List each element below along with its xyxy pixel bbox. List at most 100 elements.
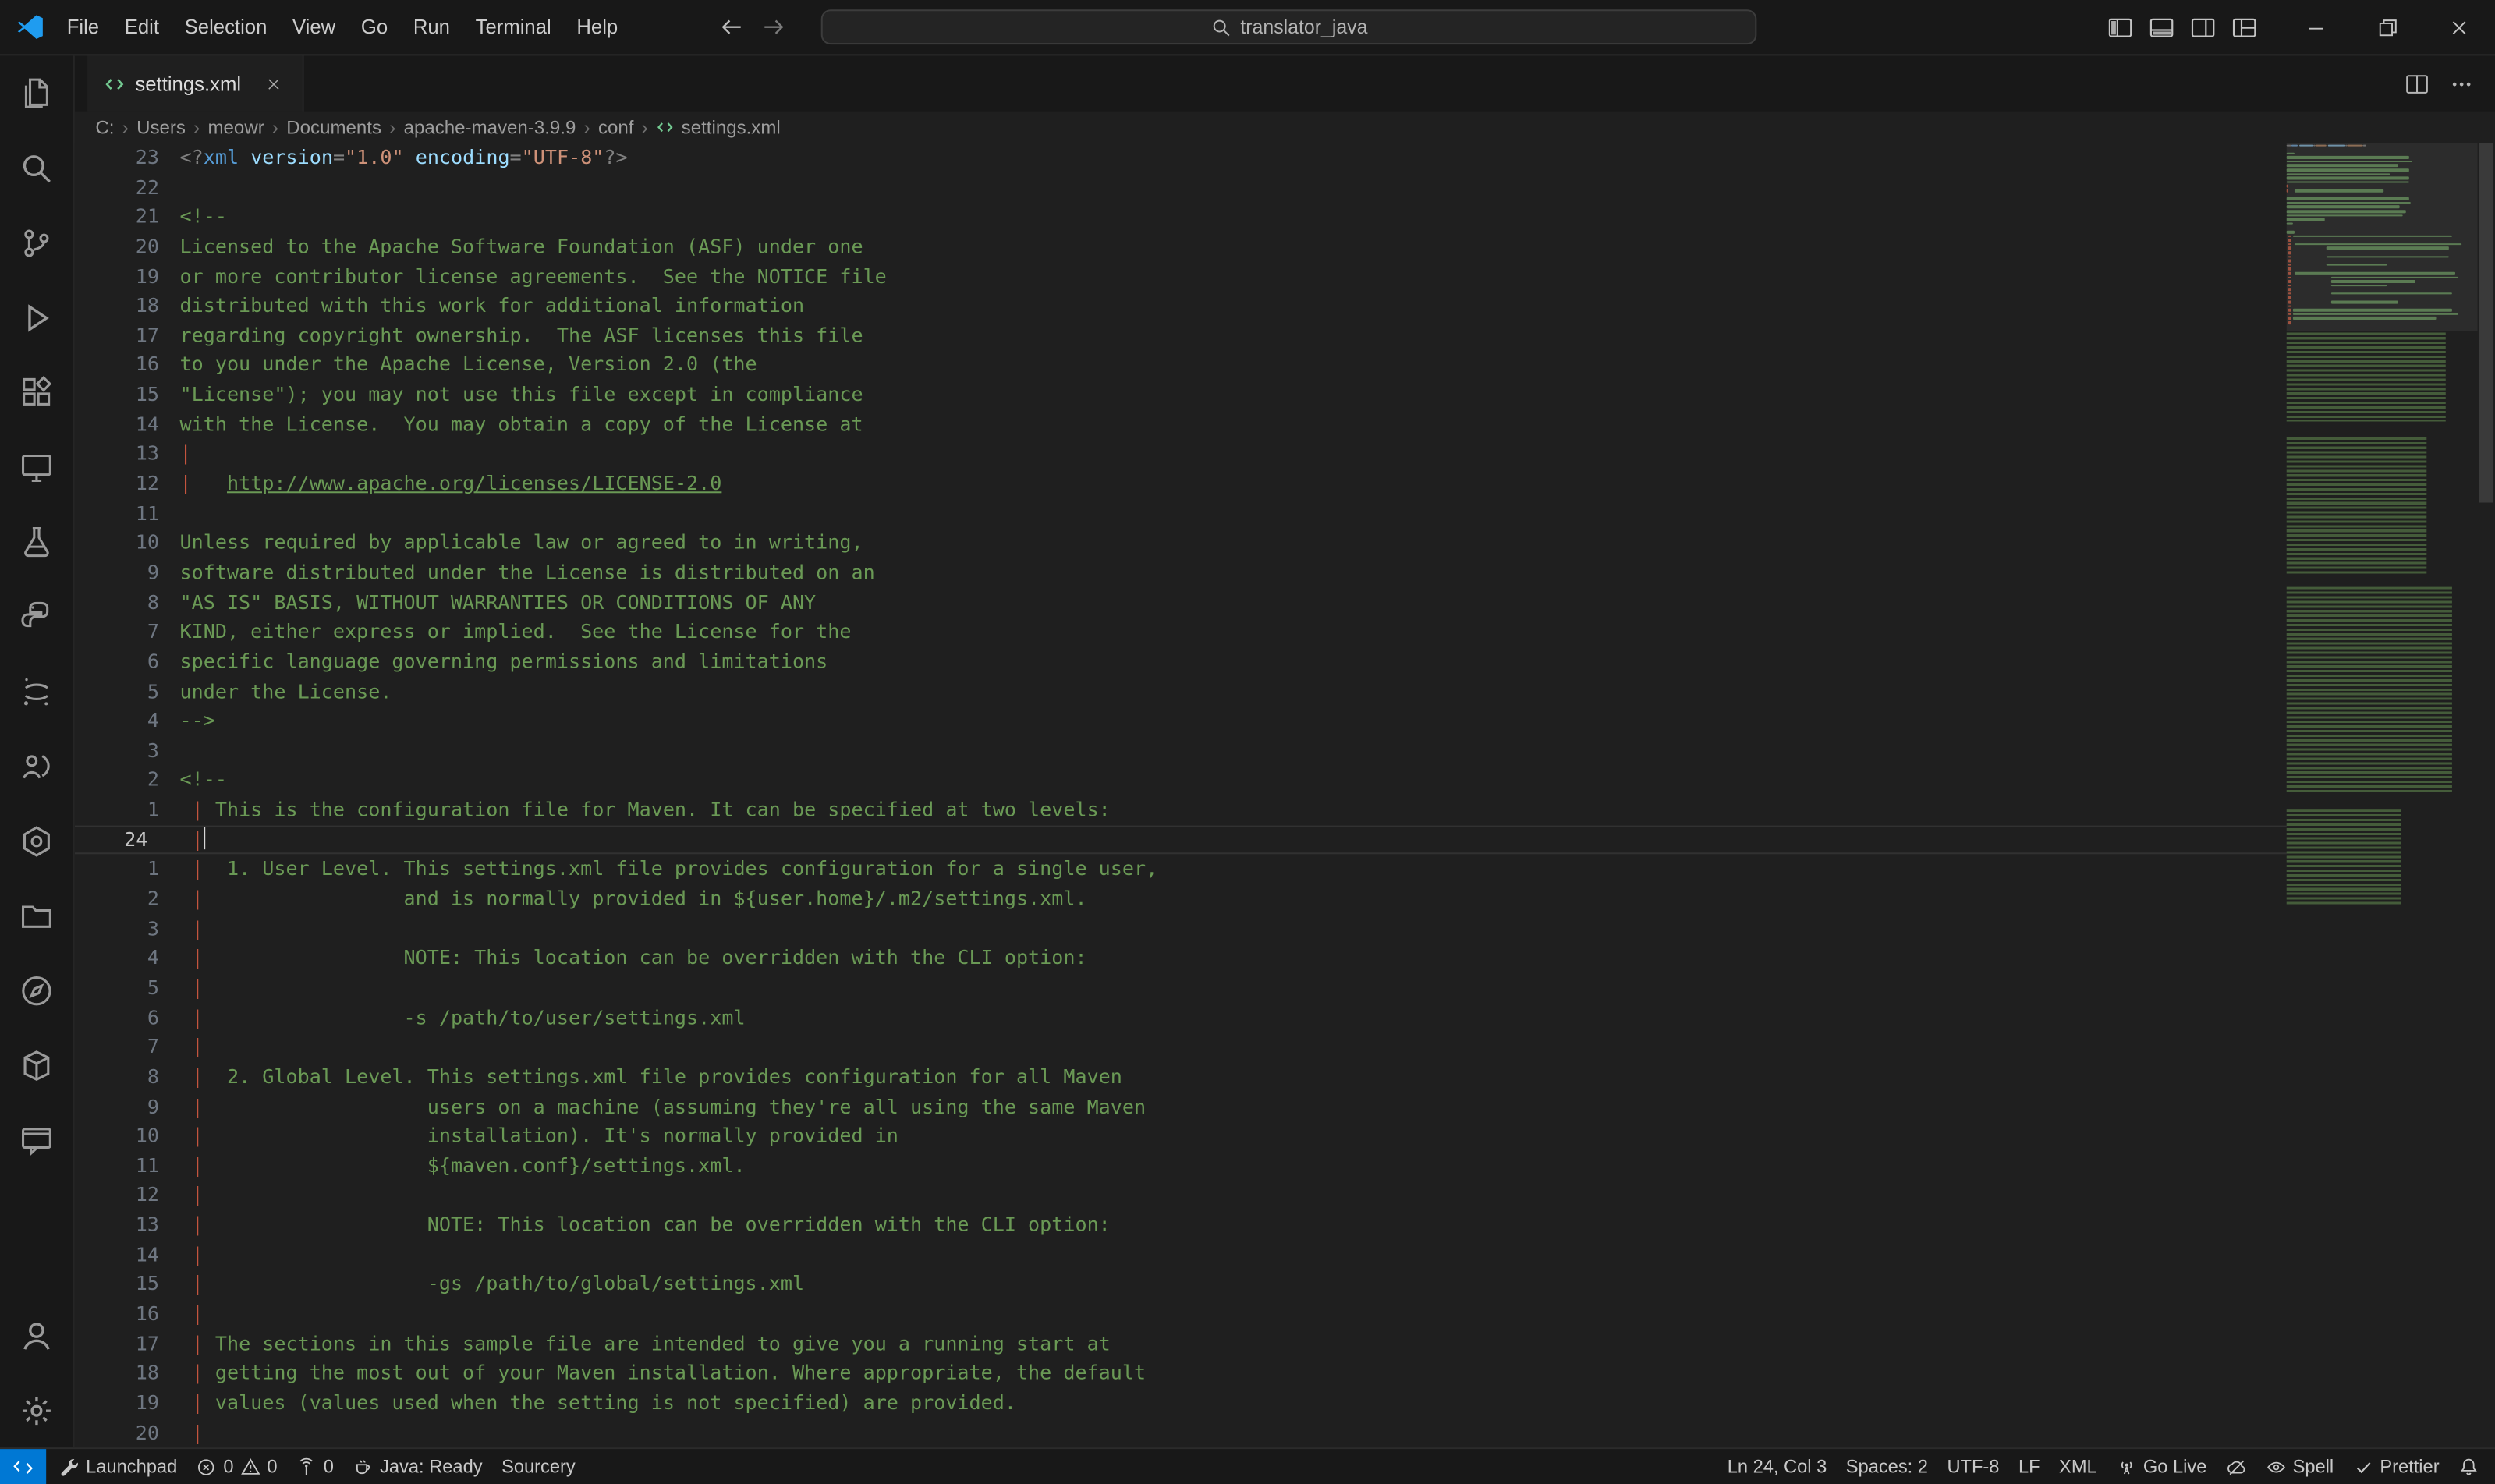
menu-terminal[interactable]: Terminal	[462, 0, 564, 54]
status-cloud-off[interactable]	[2217, 1449, 2256, 1484]
toggle-primary-sidebar-icon[interactable]	[2107, 13, 2134, 41]
line-number: 11	[75, 1151, 180, 1181]
menu-file[interactable]: File	[54, 0, 112, 54]
breadcrumb-item[interactable]: meowr	[207, 116, 264, 139]
activity-gitlens-icon[interactable]	[0, 953, 73, 1028]
breadcrumb-item[interactable]: conf	[598, 116, 634, 139]
minimize-button[interactable]	[2281, 0, 2352, 54]
warning-icon	[240, 1456, 261, 1477]
more-actions-icon[interactable]	[2449, 71, 2475, 97]
activity-settings-gear-icon[interactable]	[0, 1372, 73, 1447]
activity-bar-bottom	[0, 1298, 73, 1447]
menu-help[interactable]: Help	[564, 0, 630, 54]
activity-kubernetes-icon[interactable]	[0, 803, 73, 878]
toggle-panel-icon[interactable]	[2148, 13, 2175, 41]
forward-icon[interactable]	[760, 12, 789, 41]
line-number: 17	[75, 1329, 180, 1358]
status-notifications[interactable]	[2449, 1449, 2495, 1484]
minimap-overflow-content	[2287, 333, 2478, 905]
split-editor-icon[interactable]	[2405, 71, 2430, 97]
code-line: 3 |	[75, 914, 2287, 944]
line-number: 21	[75, 203, 180, 232]
activity-testing-icon[interactable]	[0, 505, 73, 579]
tools-icon	[58, 1456, 80, 1477]
breadcrumb-item[interactable]: Users	[136, 116, 186, 139]
status-cursor-position[interactable]: Ln 24, Col 3	[1717, 1449, 1836, 1484]
code-line: 15"License"); you may not use this file …	[75, 381, 2287, 410]
line-number: 18	[75, 1358, 180, 1388]
back-icon[interactable]	[719, 12, 748, 41]
tab-bar: settings.xml	[75, 55, 2495, 111]
vscode-window: FileEditSelectionViewGoRunTerminalHelp t…	[0, 0, 2495, 1484]
activity-jupyter-icon[interactable]	[0, 653, 73, 728]
activity-live-preview-icon[interactable]	[0, 1102, 73, 1177]
status-language-mode[interactable]: XML	[2050, 1449, 2107, 1484]
activity-run-and-debug-icon[interactable]	[0, 280, 73, 355]
activity-java-packages-icon[interactable]	[0, 1028, 73, 1103]
close-button[interactable]	[2423, 0, 2495, 54]
status-indentation[interactable]: Spaces: 2	[1837, 1449, 1938, 1484]
xml-file-icon	[104, 73, 126, 95]
activity-bar-top	[0, 55, 73, 1177]
error-icon	[197, 1456, 218, 1477]
code-line: 13 | NOTE: This location can be overridd…	[75, 1210, 2287, 1240]
code-line: 6 | -s /path/to/user/settings.xml	[75, 1003, 2287, 1032]
search-icon	[1210, 16, 1232, 37]
line-number: 19	[75, 1388, 180, 1418]
activity-explorer-icon[interactable]	[0, 55, 73, 130]
status-problems[interactable]: 00	[186, 1449, 286, 1484]
code-line: 14 |	[75, 1240, 2287, 1270]
status-bar-left: Launchpad000Java: ReadySourcery	[0, 1449, 585, 1484]
vscode-logo-icon	[16, 12, 44, 41]
scrollbar[interactable]	[2478, 143, 2495, 1448]
line-number: 4	[75, 944, 180, 973]
activity-project-manager-icon[interactable]	[0, 878, 73, 953]
status-sourcery[interactable]: Sourcery	[492, 1449, 585, 1484]
menu-edit[interactable]: Edit	[112, 0, 172, 54]
breadcrumb-item[interactable]: C:	[95, 116, 114, 139]
maximize-restore-button[interactable]	[2351, 0, 2423, 54]
code-line: 19 | values (values used when the settin…	[75, 1388, 2287, 1418]
menu-go[interactable]: Go	[349, 0, 401, 54]
command-center-search[interactable]: translator_java	[821, 9, 1757, 44]
activity-search-icon[interactable]	[0, 130, 73, 205]
scrollbar-slider[interactable]	[2479, 143, 2493, 503]
status-encoding[interactable]: UTF-8	[1937, 1449, 2009, 1484]
status-launchpad[interactable]: Launchpad	[49, 1449, 186, 1484]
code-line: 7 |	[75, 1032, 2287, 1062]
code-line: 16to you under the Apache License, Versi…	[75, 351, 2287, 381]
toggle-secondary-sidebar-icon[interactable]	[2189, 13, 2217, 41]
activity-extensions-icon[interactable]	[0, 355, 73, 430]
breadcrumb-item[interactable]: settings.xml	[656, 116, 781, 139]
menu-selection[interactable]: Selection	[172, 0, 279, 54]
menu-run[interactable]: Run	[401, 0, 463, 54]
line-number: 10	[75, 1121, 180, 1151]
code-editor[interactable]: 23<?xml version="1.0" encoding="UTF-8"?>…	[75, 143, 2495, 1448]
status-java-status[interactable]: Java: Ready	[343, 1449, 492, 1484]
code-line: 22	[75, 173, 2287, 203]
status-ports[interactable]: 0	[287, 1449, 343, 1484]
status-go-live[interactable]: Go Live	[2107, 1449, 2217, 1484]
status-end-of-line[interactable]: LF	[2009, 1449, 2050, 1484]
activity-source-control-icon[interactable]	[0, 205, 73, 280]
activity-python-icon[interactable]	[0, 579, 73, 653]
activity-accounts-icon[interactable]	[0, 1298, 73, 1372]
line-number: 6	[75, 1003, 180, 1032]
activity-live-share-icon[interactable]	[0, 728, 73, 803]
breadcrumb-item[interactable]: Documents	[286, 116, 381, 139]
tab-settings-xml[interactable]: settings.xml	[87, 55, 303, 111]
status-bar-right: Ln 24, Col 3Spaces: 2UTF-8LFXMLGo Live Sp…	[1717, 1449, 2495, 1484]
minimap-slider[interactable]	[2287, 143, 2478, 331]
code-line: 14with the License. You may obtain a cop…	[75, 410, 2287, 440]
customize-layout-icon[interactable]	[2231, 13, 2258, 41]
tab-close-icon[interactable]	[260, 71, 286, 97]
status-remote-indicator[interactable]	[0, 1449, 46, 1484]
status-prettier[interactable]: Prettier	[2343, 1449, 2448, 1484]
breadcrumb-item[interactable]: apache-maven-3.9.9	[404, 116, 576, 139]
menu-view[interactable]: View	[280, 0, 349, 54]
status-spell-checker[interactable]: Spell	[2256, 1449, 2344, 1484]
activity-remote-explorer-icon[interactable]	[0, 430, 73, 505]
minimap[interactable]	[2287, 143, 2478, 1448]
line-number: 12	[75, 1181, 180, 1210]
line-number: 23	[75, 143, 180, 173]
